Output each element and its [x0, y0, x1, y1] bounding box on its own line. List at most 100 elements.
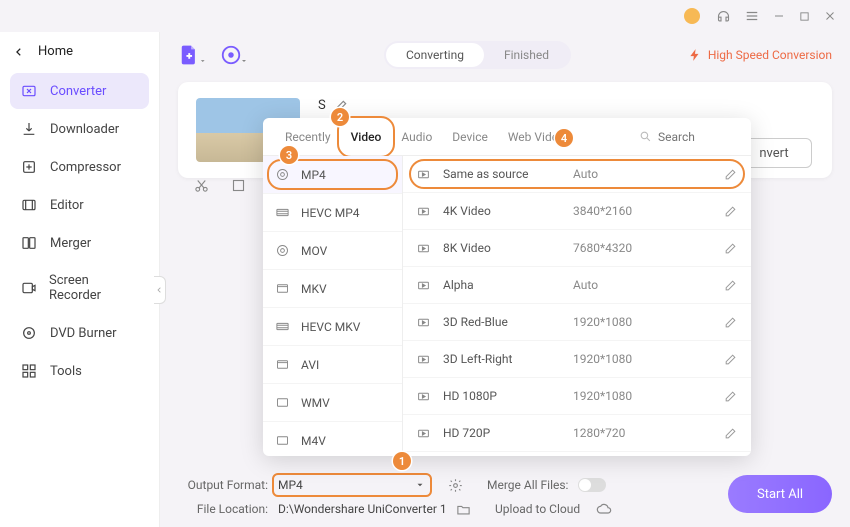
res-4k[interactable]: 4K Video3840*2160	[403, 193, 751, 230]
add-file-button[interactable]	[178, 41, 206, 69]
crop-icon[interactable]	[231, 178, 246, 193]
edit-preset-icon[interactable]	[724, 316, 737, 329]
bottom-bar: Output Format: MP4 Merge All Files: File…	[178, 477, 832, 517]
sidebar-item-label: Downloader	[50, 122, 119, 137]
res-3d-red-blue[interactable]: 3D Red-Blue1920*1080	[403, 304, 751, 341]
support-icon[interactable]	[716, 9, 731, 24]
sidebar-item-converter[interactable]: Converter	[10, 73, 149, 109]
sidebar-item-tools[interactable]: Tools	[10, 353, 149, 389]
settings-icon[interactable]	[448, 478, 463, 493]
video-icon	[417, 353, 433, 366]
edit-preset-icon[interactable]	[724, 353, 737, 366]
format-label: M4V	[301, 434, 326, 448]
format-hevc-mp4[interactable]: HEVC MP4	[263, 194, 402, 232]
res-value: 3840*2160	[573, 204, 632, 218]
edit-preset-icon[interactable]	[724, 242, 737, 255]
format-avi[interactable]: AVI	[263, 346, 402, 384]
tab-converting[interactable]: Converting	[386, 43, 484, 67]
menu-icon[interactable]	[745, 9, 759, 23]
res-value: 1920*1080	[573, 352, 632, 366]
video-icon	[417, 168, 433, 181]
format-m4v[interactable]: M4V	[263, 422, 402, 456]
sidebar: Home Converter Downloader Compressor Edi…	[0, 32, 160, 527]
convert-icon	[20, 83, 38, 99]
edit-preset-icon[interactable]	[724, 279, 737, 292]
res-name: Same as source	[443, 167, 573, 181]
edit-preset-icon[interactable]	[724, 205, 737, 218]
popup-tab-device[interactable]: Device	[442, 118, 498, 156]
sidebar-item-screen-recorder[interactable]: Screen Recorder	[10, 263, 149, 313]
start-all-button[interactable]: Start All	[728, 475, 832, 513]
file-location-value[interactable]: D:\Wondershare UniConverter 1	[278, 502, 446, 516]
res-name: 3D Left-Right	[443, 352, 573, 366]
popup-tab-audio[interactable]: Audio	[391, 118, 442, 156]
format-label: MOV	[301, 244, 327, 258]
edit-tools	[194, 178, 246, 193]
merge-icon	[20, 235, 38, 251]
format-mkv[interactable]: MKV	[263, 270, 402, 308]
tab-finished[interactable]: Finished	[484, 43, 569, 67]
format-icon	[275, 319, 291, 334]
cloud-icon[interactable]	[596, 501, 612, 517]
chevron-down-icon[interactable]	[412, 477, 428, 493]
badge-3: 3	[280, 146, 298, 164]
edit-preset-icon[interactable]	[724, 168, 737, 181]
hsc-label: High Speed Conversion	[708, 48, 832, 62]
format-icon	[275, 281, 291, 296]
res-720p[interactable]: HD 720P1280*720	[403, 415, 751, 452]
edit-icon	[20, 197, 38, 213]
search-input[interactable]	[658, 130, 718, 144]
popup-search[interactable]	[639, 130, 739, 144]
video-icon	[417, 427, 433, 440]
res-value: Auto	[573, 167, 598, 181]
format-mov[interactable]: MOV	[263, 232, 402, 270]
upload-cloud-label: Upload to Cloud	[495, 502, 580, 516]
sidebar-item-merger[interactable]: Merger	[10, 225, 149, 261]
format-wmv[interactable]: WMV	[263, 384, 402, 422]
minimize-button[interactable]	[773, 10, 785, 22]
sidebar-item-editor[interactable]: Editor	[10, 187, 149, 223]
sidebar-item-label: Compressor	[50, 160, 121, 175]
compress-icon	[20, 159, 38, 175]
res-1080p[interactable]: HD 1080P1920*1080	[403, 378, 751, 415]
res-alpha[interactable]: AlphaAuto	[403, 267, 751, 304]
high-speed-toggle[interactable]: High Speed Conversion	[688, 48, 832, 62]
format-label: WMV	[301, 396, 330, 410]
back-label: Home	[38, 44, 73, 59]
edit-preset-icon[interactable]	[724, 390, 737, 403]
edit-preset-icon[interactable]	[724, 427, 737, 440]
collapse-sidebar[interactable]	[154, 276, 166, 304]
format-icon	[275, 357, 291, 372]
popup-tab-video[interactable]: Video	[341, 118, 392, 156]
res-name: Alpha	[443, 278, 573, 292]
maximize-button[interactable]	[799, 11, 810, 22]
badge-2: 2	[331, 108, 349, 126]
open-folder-icon[interactable]	[456, 502, 471, 517]
sidebar-item-label: Editor	[50, 198, 84, 213]
add-dvd-button[interactable]	[220, 41, 248, 69]
format-label: HEVC MP4	[301, 206, 360, 220]
topbar: Converting Finished High Speed Conversio…	[178, 32, 832, 78]
sidebar-item-label: Merger	[50, 236, 91, 251]
sidebar-item-dvd-burner[interactable]: DVD Burner	[10, 315, 149, 351]
video-icon	[417, 316, 433, 329]
res-3d-left-right[interactable]: 3D Left-Right1920*1080	[403, 341, 751, 378]
format-icon	[275, 243, 291, 258]
sidebar-item-downloader[interactable]: Downloader	[10, 111, 149, 147]
back-home[interactable]: Home	[10, 38, 149, 73]
res-8k[interactable]: 8K Video7680*4320	[403, 230, 751, 267]
format-hevc-mkv[interactable]: HEVC MKV	[263, 308, 402, 346]
sidebar-item-compressor[interactable]: Compressor	[10, 149, 149, 185]
res-same-as-source[interactable]: Same as sourceAuto	[403, 156, 751, 193]
merge-toggle[interactable]	[578, 478, 606, 492]
close-button[interactable]	[824, 10, 836, 22]
status-segment: Converting Finished	[384, 41, 571, 69]
format-label: AVI	[301, 358, 319, 372]
sidebar-item-label: Converter	[50, 84, 106, 99]
output-format-select[interactable]: MP4	[278, 477, 428, 493]
format-label: MP4	[301, 168, 326, 182]
res-value: 1920*1080	[573, 389, 632, 403]
res-name: 3D Red-Blue	[443, 315, 573, 329]
user-avatar[interactable]	[684, 8, 700, 24]
trim-icon[interactable]	[194, 178, 209, 193]
